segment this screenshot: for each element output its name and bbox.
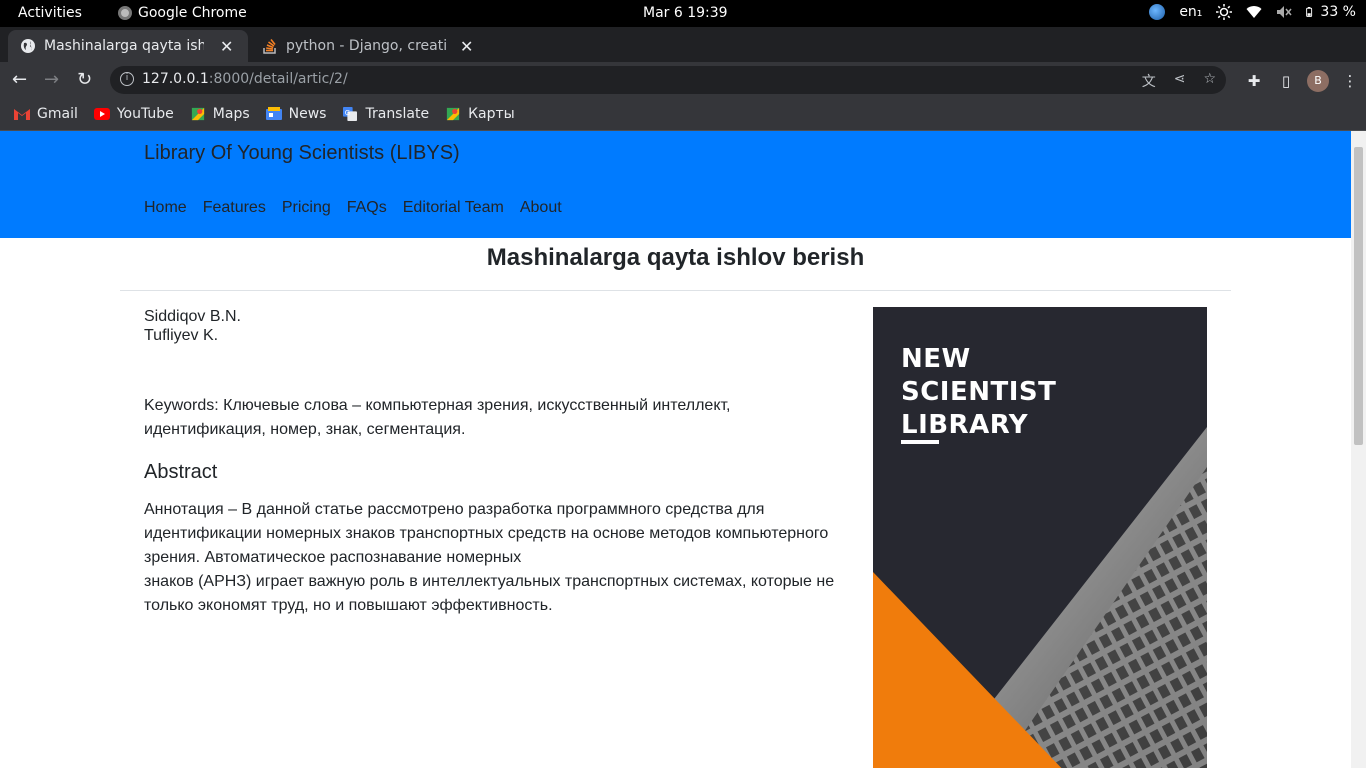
author: Tufliyev K. [144, 327, 219, 344]
scrollbar-thumb[interactable] [1354, 147, 1363, 445]
keyboard-layout[interactable]: en₁ [1179, 4, 1202, 20]
tab-title: Mashinalarga qayta ishlov berish [44, 38, 204, 54]
gmail-icon [14, 109, 30, 120]
cover-title-line: SCIENTIST [901, 377, 1057, 407]
page-viewport: Library Of Young Scientists (LIBYS) Home… [0, 131, 1351, 768]
maps-icon [191, 107, 204, 121]
bookmark-label: YouTube [116, 106, 174, 122]
abstract-heading: Abstract [144, 461, 218, 483]
keywords: Keywords: Ключевые слова – компьютерная … [144, 397, 731, 438]
menu-kebab-icon[interactable]: ⋮ [1334, 72, 1366, 90]
bookmark-label: News [288, 106, 327, 122]
article-title: Mashinalarga qayta ishlov berish [486, 244, 865, 271]
bookmark-karty[interactable]: Карты [445, 106, 515, 122]
site-header: Library Of Young Scientists (LIBYS) Home… [0, 131, 1351, 238]
battery-icon [1306, 7, 1313, 17]
nav-faqs[interactable]: FAQs [347, 199, 387, 217]
site-nav: Home Features Pricing FAQs Editorial Tea… [144, 199, 562, 217]
battery-percent: 33 % [1320, 4, 1356, 20]
tab-strip: Mashinalarga qayta ishlov berish ✕ pytho… [0, 27, 1366, 84]
bookmark-label: Translate [365, 106, 430, 122]
brightness-icon [1216, 4, 1233, 20]
globe-icon [21, 39, 35, 53]
close-tab-icon[interactable]: ✕ [460, 37, 473, 56]
nav-features[interactable]: Features [203, 199, 266, 217]
system-tray[interactable]: en₁ 33 % [1149, 4, 1356, 20]
url-text[interactable]: 127.0.0.1:8000/detail/artic/2/ [142, 71, 348, 87]
abstract-line: Аннотация – В данной статье рассмотрено … [144, 501, 829, 566]
tab-stackoverflow[interactable]: python - Django, creating ✕ [250, 30, 486, 62]
network-status-icon [1149, 4, 1166, 20]
browser-toolbar: ← → ↻ i 127.0.0.1:8000/detail/artic/2/ 文… [0, 62, 1366, 98]
author: Siddiqov B.N. [144, 308, 241, 325]
translate-page-icon[interactable]: 文 [1142, 71, 1156, 91]
back-button[interactable]: ← [12, 69, 27, 90]
bookmark-label: Maps [212, 106, 250, 122]
nav-editorial-team[interactable]: Editorial Team [403, 199, 504, 217]
bookmark-maps[interactable]: Maps [190, 106, 250, 122]
nav-home[interactable]: Home [144, 199, 187, 217]
youtube-icon [93, 108, 110, 120]
svg-text:G: G [345, 109, 350, 117]
site-brand[interactable]: Library Of Young Scientists (LIBYS) [144, 142, 460, 165]
chrome-icon [118, 6, 132, 20]
bookmark-youtube[interactable]: YouTube [93, 106, 174, 122]
tab-article[interactable]: Mashinalarga qayta ishlov berish ✕ [8, 30, 248, 62]
stackoverflow-icon [263, 39, 276, 54]
bookmark-label: Карты [468, 106, 515, 122]
clock[interactable]: Mar 6 19:39 [643, 5, 728, 21]
cover-title-line: LIBRARY [901, 410, 1029, 440]
system-top-bar: Activities Google Chrome Mar 6 19:39 en₁… [0, 0, 1366, 27]
volume-muted-icon [1277, 6, 1292, 18]
article-body: Siddiqov B.N. Tufliyev K. Keywords: Ключ… [144, 307, 844, 618]
cover-title: NEW SCIENTIST LIBRARY [901, 343, 1056, 442]
bookmark-news[interactable]: News [265, 106, 327, 122]
forward-button[interactable]: → [44, 69, 59, 90]
bookmark-translate[interactable]: G Translate [342, 106, 429, 122]
abstract-text: Аннотация – В данной статье рассмотрено … [144, 498, 844, 618]
side-panel-icon[interactable]: ▯ [1270, 72, 1302, 90]
address-bar[interactable]: i 127.0.0.1:8000/detail/artic/2/ 文 ⋖ ☆ [110, 66, 1226, 94]
app-menu[interactable]: Google Chrome [118, 5, 247, 21]
battery-indicator: 33 % [1306, 4, 1356, 20]
bookmark-gmail[interactable]: Gmail [14, 106, 78, 122]
activities-button[interactable]: Activities [18, 5, 82, 21]
reload-button[interactable]: ↻ [77, 69, 92, 90]
book-cover-image: NEW SCIENTIST LIBRARY [873, 307, 1207, 768]
bookmark-star-icon[interactable]: ☆ [1203, 71, 1216, 91]
bookmark-label: Gmail [37, 106, 78, 122]
site-info-icon[interactable]: i [120, 72, 134, 86]
wifi-icon [1246, 6, 1262, 18]
nav-about[interactable]: About [520, 199, 562, 217]
maps-icon [446, 107, 460, 121]
page-scrollbar[interactable] [1351, 131, 1366, 768]
app-name: Google Chrome [138, 5, 247, 21]
close-tab-icon[interactable]: ✕ [220, 37, 233, 56]
cover-title-line: NEW [901, 344, 971, 374]
title-divider [120, 290, 1231, 291]
news-icon [265, 107, 282, 120]
extensions-icon[interactable]: ✚ [1238, 72, 1270, 90]
bookmarks-bar: Gmail YouTube Maps News G Translate Карт… [0, 98, 1366, 131]
author-list: Siddiqov B.N. Tufliyev K. [144, 307, 844, 345]
cover-underline [901, 440, 939, 444]
tab-title: python - Django, creating [286, 38, 446, 54]
profile-avatar[interactable]: B [1307, 70, 1329, 92]
share-icon[interactable]: ⋖ [1174, 71, 1186, 91]
nav-pricing[interactable]: Pricing [282, 199, 331, 217]
abstract-line: знаков (АРНЗ) играет важную роль в интел… [144, 573, 835, 614]
translate-icon: G [343, 107, 358, 121]
